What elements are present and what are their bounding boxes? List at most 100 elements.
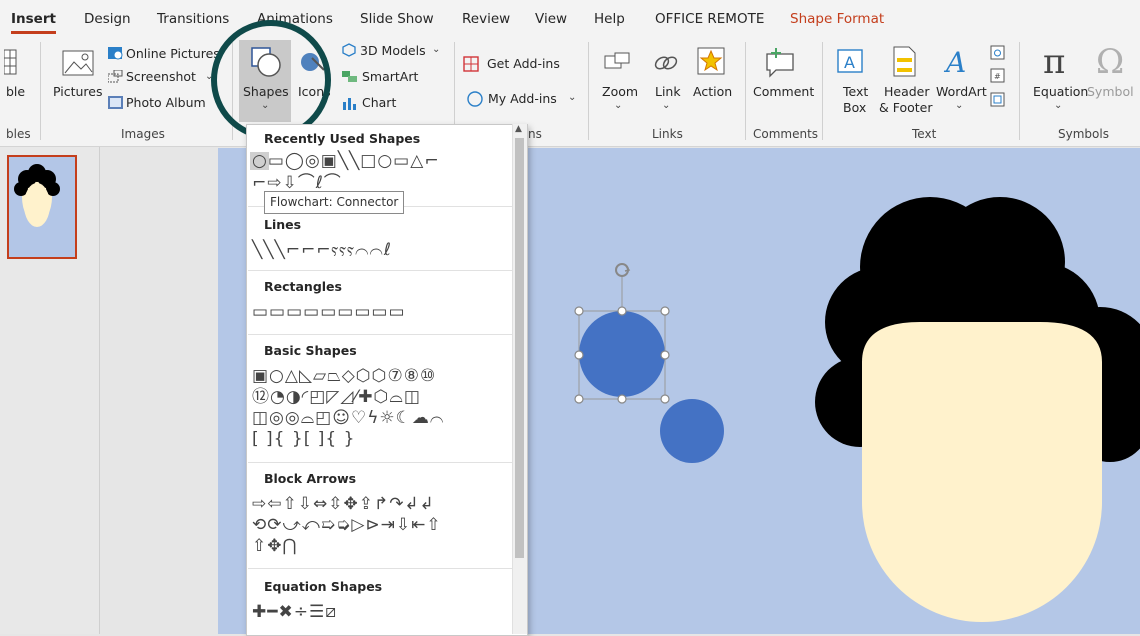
wordart-label[interactable]: WordArt <box>936 84 987 99</box>
online-pictures-button[interactable]: Online Pictures <box>126 46 220 61</box>
comment-icon[interactable] <box>764 46 796 78</box>
recently-used-shapes-header: Recently Used Shapes <box>264 131 421 146</box>
scroll-up-arrow-icon[interactable]: ▲ <box>515 124 522 134</box>
symbols-group-label: Symbols <box>1058 127 1109 141</box>
chevron-down-icon[interactable]: ⌄ <box>568 92 576 103</box>
links-group-label: Links <box>652 127 683 141</box>
equation-label[interactable]: Equation <box>1033 84 1088 99</box>
photo-album-button[interactable]: Photo Album <box>126 95 206 110</box>
header-footer-label-line2[interactable]: & Footer <box>879 100 933 115</box>
thumbnail-face <box>14 164 60 227</box>
symbol-label: Symbol <box>1087 84 1134 99</box>
wordart-icon[interactable]: A <box>942 46 972 76</box>
images-group-label: Images <box>121 127 165 141</box>
recent-shapes-row-1[interactable]: ○▭◯◎▣╲╲□○▭△⌐ <box>252 152 440 170</box>
chevron-down-icon[interactable]: ⌄ <box>432 44 440 55</box>
rectangles-header: Rectangles <box>264 279 342 294</box>
ribbon-tab-bar: Insert Design Transitions Animations Sli… <box>0 0 1140 38</box>
chevron-down-icon[interactable]: ⌄ <box>662 100 670 111</box>
tab-slide-show[interactable]: Slide Show <box>360 11 434 27</box>
chevron-down-icon[interactable]: ⌄ <box>955 100 963 111</box>
text-box-icon[interactable]: A <box>836 46 866 76</box>
chart-button[interactable]: Chart <box>362 95 396 110</box>
header-footer-icon[interactable] <box>892 46 918 78</box>
face-drawing[interactable] <box>810 172 1140 634</box>
date-time-icon[interactable] <box>990 44 1006 60</box>
table-icon[interactable] <box>4 48 18 76</box>
screenshot-button[interactable]: Screenshot <box>126 69 196 84</box>
svg-text:A: A <box>943 46 966 76</box>
3d-models-button[interactable]: 3D Models <box>360 43 426 58</box>
dropdown-scrollbar[interactable]: ▲ <box>512 124 527 634</box>
separator <box>1019 42 1020 140</box>
my-addins-icon <box>467 91 483 107</box>
screenshot-icon <box>108 70 123 83</box>
equation-shapes-row[interactable]: ✚━✖÷☰⧄ <box>252 603 337 621</box>
comment-label[interactable]: Comment <box>753 84 814 99</box>
divider <box>248 334 512 335</box>
svg-text:A: A <box>844 53 855 72</box>
basic-shapes-row-1[interactable]: ▣○△◺▱⏢◇⬡⬡⑦⑧⑩ <box>252 367 436 385</box>
header-footer-label-line1[interactable]: Header <box>884 84 930 99</box>
zoom-label[interactable]: Zoom <box>602 84 638 99</box>
scrollbar-thumb[interactable] <box>515 138 524 558</box>
action-label[interactable]: Action <box>693 84 732 99</box>
equation-icon[interactable]: π <box>1043 42 1065 82</box>
text-box-label-line2[interactable]: Box <box>843 100 866 115</box>
get-addins-icon <box>463 56 479 72</box>
divider <box>248 568 512 569</box>
tab-insert[interactable]: Insert <box>11 11 56 34</box>
separator <box>40 42 41 140</box>
get-addins-button[interactable]: Get Add-ins <box>487 56 560 71</box>
selected-circle-shape[interactable] <box>574 260 670 410</box>
object-icon[interactable] <box>990 92 1006 108</box>
text-box-label-line1[interactable]: Text <box>843 84 868 99</box>
rectangles-row[interactable]: ▭▭▭▭▭▭▭▭▭ <box>252 303 406 321</box>
ribbon: ble bles Pictures Online Pictures Screen… <box>0 38 1140 147</box>
action-icon[interactable] <box>697 47 725 75</box>
tab-review[interactable]: Review <box>462 11 510 27</box>
tab-help[interactable]: Help <box>594 11 625 27</box>
smartart-icon <box>342 71 357 82</box>
addins-group-label: ns <box>528 127 542 141</box>
my-addins-button[interactable]: My Add-ins <box>488 91 557 106</box>
equation-shapes-header: Equation Shapes <box>264 579 383 594</box>
lines-row[interactable]: ╲╲╲⌐⌐⌐ⲋⲋⲋ⌒⌒ℓ <box>252 241 392 259</box>
basic-shapes-row-2[interactable]: ⑫◔◑◜◰◸◿⁄✚⬡⌓◫ <box>252 388 421 406</box>
slide-thumbnail[interactable] <box>7 155 77 259</box>
table-label[interactable]: ble <box>6 84 25 99</box>
divider <box>248 462 512 463</box>
slide-number-icon[interactable]: # <box>990 68 1006 84</box>
pictures-icon[interactable] <box>62 46 96 80</box>
block-arrows-row-2[interactable]: ⟲⟳⤻⤺➯➭▷⊳⇥⇩⇤⇧ <box>252 516 442 534</box>
tab-office-remote[interactable]: OFFICE REMOTE <box>655 11 764 27</box>
symbol-icon: Ω <box>1096 42 1125 82</box>
block-arrows-row-1[interactable]: ⇨⇦⇧⇩⇔⇳✥⇪↱↷↲↲ <box>252 495 435 513</box>
smartart-button[interactable]: SmartArt <box>362 69 418 84</box>
basic-shapes-row-4[interactable]: [ ]{ }[ ]{ } <box>252 430 355 448</box>
basic-shapes-row-3[interactable]: ◫◎◎⌓◰☺♡ϟ☼☾☁⌒ <box>252 409 444 427</box>
block-arrows-header: Block Arrows <box>264 471 357 486</box>
block-arrows-row-3[interactable]: ⇧✥⋂ <box>252 537 297 555</box>
chevron-down-icon[interactable]: ⌄ <box>614 100 622 111</box>
lines-header: Lines <box>264 217 302 232</box>
link-icon[interactable] <box>653 50 679 76</box>
basic-shapes-header: Basic Shapes <box>264 343 357 358</box>
chevron-down-icon[interactable]: ⌄ <box>1054 100 1062 111</box>
tab-view[interactable]: View <box>535 11 567 27</box>
small-circle-shape[interactable] <box>658 398 726 466</box>
comments-group-label: Comments <box>753 127 819 141</box>
separator <box>745 42 746 140</box>
tables-group-label: bles <box>6 127 31 141</box>
recent-shapes-row-2[interactable]: ⌐⇨⇩⌒ℓ⌒ <box>252 174 342 192</box>
tab-design[interactable]: Design <box>84 11 131 27</box>
3d-models-icon <box>342 43 356 57</box>
link-label[interactable]: Link <box>655 84 681 99</box>
text-group-label: Text <box>912 127 937 141</box>
tab-shape-format[interactable]: Shape Format <box>790 11 884 27</box>
divider <box>248 270 512 271</box>
pictures-label[interactable]: Pictures <box>53 84 103 99</box>
svg-text:#: # <box>994 72 1001 81</box>
photo-album-icon <box>108 96 123 109</box>
zoom-icon[interactable] <box>604 50 632 76</box>
